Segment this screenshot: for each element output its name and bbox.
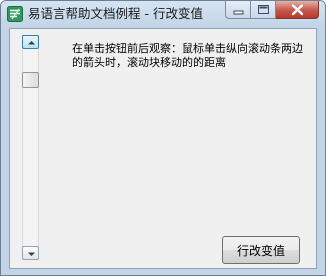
vertical-scrollbar[interactable] (22, 35, 39, 260)
minimize-button[interactable] (225, 1, 251, 19)
maximize-button[interactable] (251, 1, 276, 19)
client-area: 在单击按钮前后观察：鼠标单击纵向滚动条两边的箭头时，滚动块移动的的距离 行改变值 (9, 28, 317, 269)
app-window: 易语言帮助文档例程 - 行改变值 在单击按钮前后观察：鼠标单击纵向滚动条两边的箭… (0, 0, 326, 276)
caption-buttons (225, 1, 319, 21)
title-bar[interactable]: 易语言帮助文档例程 - 行改变值 (1, 1, 325, 27)
change-row-value-button[interactable]: 行改变值 (222, 236, 300, 264)
arrow-down-icon (28, 252, 35, 256)
minimize-icon (233, 10, 244, 15)
instruction-label: 在单击按钮前后观察：鼠标单击纵向滚动条两边的箭头时，滚动块移动的的距离 (72, 42, 303, 69)
scroll-down-button[interactable] (22, 246, 39, 260)
scroll-thumb[interactable] (22, 72, 39, 88)
arrow-up-icon (28, 41, 35, 45)
window-title: 易语言帮助文档例程 - 行改变值 (28, 6, 203, 21)
app-icon (7, 6, 23, 22)
close-icon (291, 4, 304, 16)
maximize-icon (258, 5, 269, 14)
close-button[interactable] (276, 1, 319, 19)
scroll-up-button[interactable] (22, 35, 39, 49)
